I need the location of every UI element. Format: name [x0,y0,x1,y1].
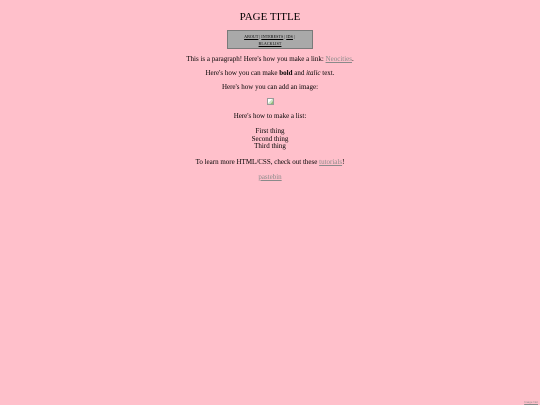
paragraph-text: ! [342,157,345,166]
paragraph-text: text. [320,69,335,77]
paragraph-link-example: This is a paragraph! Here's how you make… [0,55,540,63]
page: PAGE TITLE about|interests|ids| blacklis… [0,0,540,181]
nav-link-about[interactable]: about [244,34,258,39]
paragraph-text: This is a paragraph! Here's how you make… [186,55,326,63]
paragraph-tutorials: To learn more HTML/CSS, check out these … [0,158,540,166]
paragraph-image-example: Here's how you can add an image: [221,83,319,91]
nav-link-ids[interactable]: ids [286,34,293,39]
bold-text: bold [279,69,293,77]
paragraph-bold-italic: Here's how you can make bold and italic … [0,69,540,77]
example-list: First thing Second thing Third thing [0,127,540,151]
corner-link[interactable]: Image Not [524,400,538,404]
broken-image-icon [266,98,274,105]
pastebin-link[interactable]: pastebin [258,173,281,181]
paragraph-text: Here's how you can make [205,69,280,77]
paragraph-text: . [351,55,354,63]
pastebin-paragraph: pastebin [0,173,540,181]
italic-text: italic [306,69,321,77]
page-title: PAGE TITLE [239,11,301,23]
nav-link-interests[interactable]: interests [261,34,283,39]
image-container [0,98,540,106]
neocities-link[interactable]: Neocities [326,55,352,63]
paragraph-text: To learn more HTML/CSS, check out these [195,157,320,166]
paragraph-list-example: Here's how to make a list: [233,112,307,120]
nav-box: about|interests|ids| blacklist [227,30,313,49]
nav-separator: | [293,34,295,39]
list-item: Third thing [254,142,286,150]
tutorials-link[interactable]: tutorials [319,158,342,166]
paragraph-text: and [292,69,307,77]
nav-link-blacklist[interactable]: blacklist [259,41,282,46]
